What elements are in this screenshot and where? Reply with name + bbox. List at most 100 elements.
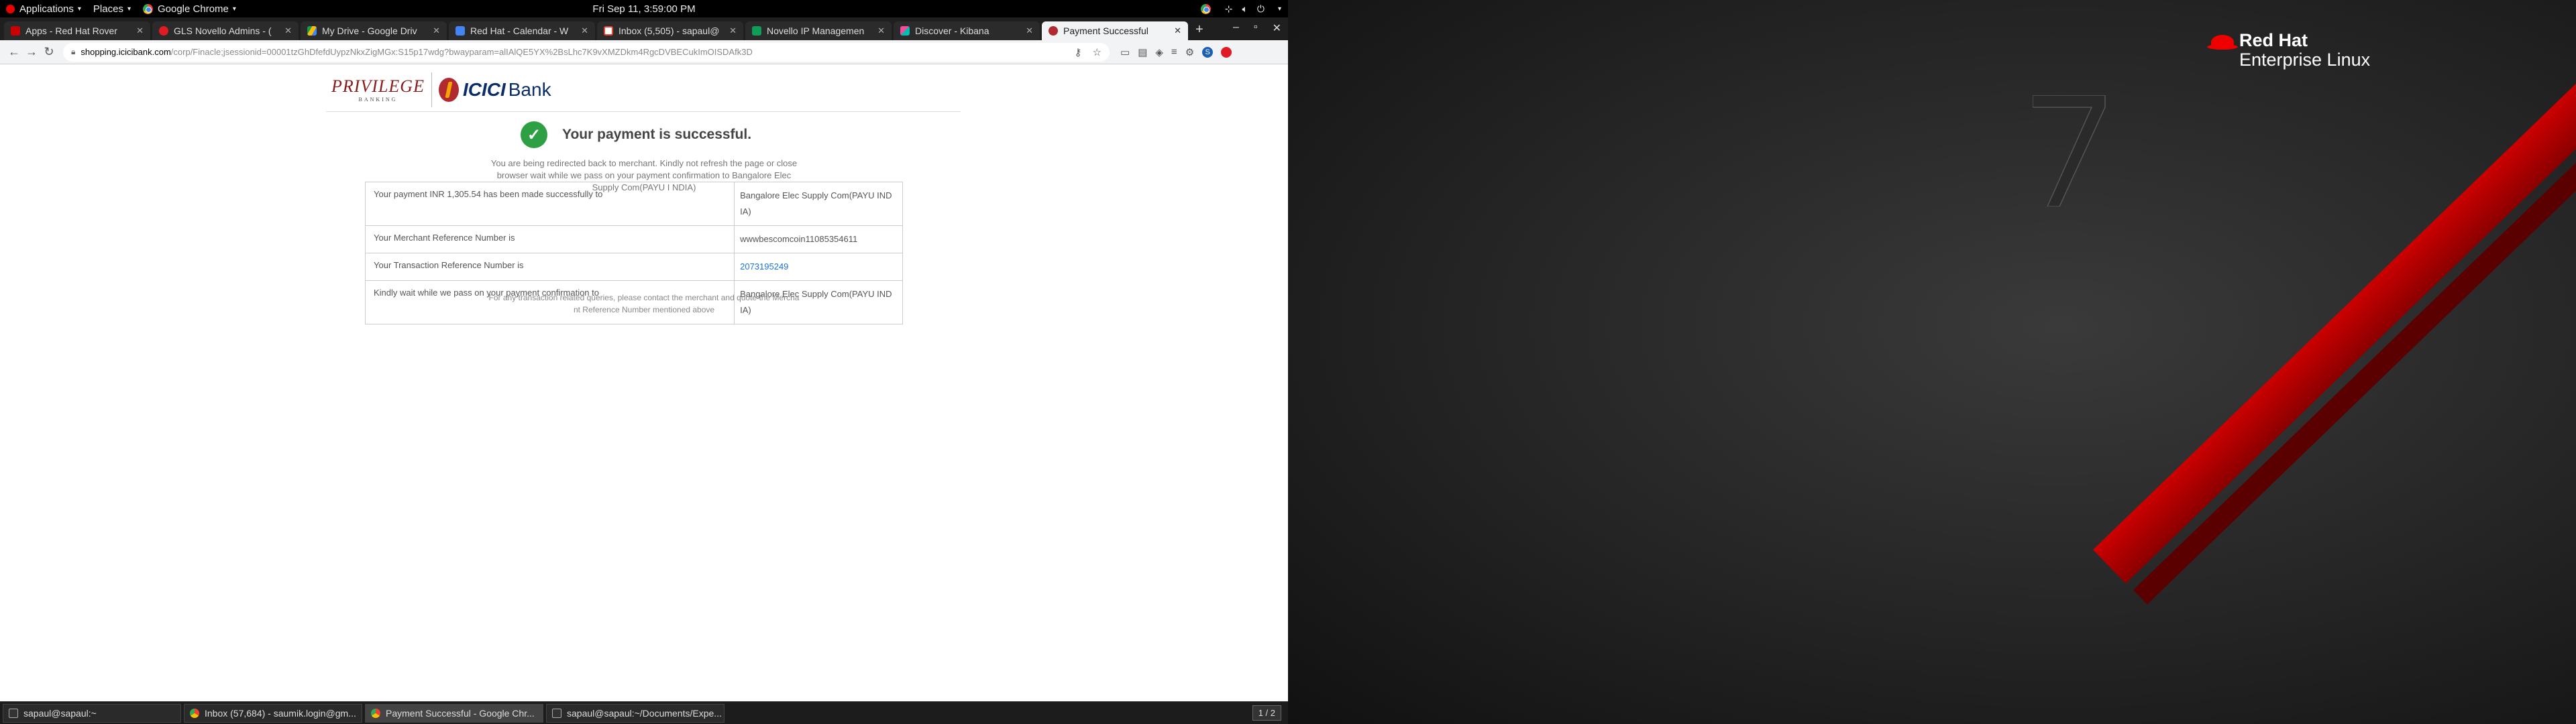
power-icon[interactable]: ⏻ <box>1257 3 1265 15</box>
extension-icon[interactable] <box>1221 46 1232 58</box>
row-label: Your Transaction Reference Number is <box>364 253 735 281</box>
query-note: For any transaction related queries, ple… <box>488 293 800 314</box>
logo-divider <box>431 72 432 107</box>
tab-payment-successful[interactable]: Payment Successful ✕ <box>1042 21 1188 40</box>
tab-title: Discover - Kibana <box>915 25 989 36</box>
table-row: Your Transaction Reference Number is 207… <box>364 253 903 281</box>
tab-kibana[interactable]: Discover - Kibana ✕ <box>894 21 1040 40</box>
close-icon[interactable]: ✕ <box>1026 25 1033 36</box>
caret-down-icon[interactable]: ▾ <box>1278 5 1281 13</box>
extension-icon[interactable]: ▭ <box>1120 46 1130 58</box>
new-tab-button[interactable]: + <box>1195 22 1203 38</box>
close-icon[interactable]: ✕ <box>284 25 292 36</box>
taskbar-item-terminal[interactable]: sapaul@sapaul:~ <box>3 703 181 723</box>
close-icon[interactable]: ✕ <box>433 25 440 36</box>
close-icon[interactable]: ✕ <box>729 25 737 36</box>
profile-avatar[interactable]: S <box>1202 46 1214 58</box>
extensions-area: ▭ ▤ ◈ ≡ ⚙ S <box>1120 46 1232 58</box>
row-label: Your payment INR 1,305.54 has been made … <box>364 182 735 226</box>
chrome-tray-icon[interactable] <box>1200 3 1211 14</box>
caret-down-icon: ▾ <box>77 5 81 13</box>
tab-favicon-icon <box>11 26 20 36</box>
tab-favicon-icon <box>307 26 317 36</box>
chrome-icon <box>142 3 153 14</box>
privilege-banking-logo: PRIVILEGE BANKING <box>331 76 425 103</box>
seven-graphic <box>2033 95 2106 206</box>
tab-google-drive[interactable]: My Drive - Google Driv ✕ <box>301 21 447 40</box>
chrome-icon <box>371 708 380 718</box>
terminal-icon <box>552 708 561 718</box>
tab-title: Apps - Red Hat Rover <box>25 25 117 36</box>
places-label: Places <box>93 3 123 15</box>
applications-menu[interactable]: Applications ▾ <box>0 0 87 17</box>
tab-favicon-icon <box>455 26 465 36</box>
extension-icon[interactable]: ≡ <box>1171 46 1177 58</box>
redhat-hat-icon <box>2207 35 2238 50</box>
extension-icon[interactable]: ⚙ <box>1185 46 1194 58</box>
places-menu[interactable]: Places ▾ <box>87 0 137 17</box>
table-row: Your payment INR 1,305.54 has been made … <box>364 182 903 226</box>
clock[interactable]: Fri Sep 11, 3:59:00 PM <box>592 3 695 15</box>
lock-icon[interactable]: 🔒︎ <box>71 47 75 57</box>
extension-icon[interactable]: ◈ <box>1155 46 1163 58</box>
taskbar: sapaul@sapaul:~ Inbox (57,684) - saumik.… <box>0 701 1288 724</box>
chrome-icon <box>190 708 199 718</box>
brand-name: Red Hat <box>2239 30 2308 50</box>
transaction-reference-link[interactable]: 2073195249 <box>734 253 903 281</box>
table-row: Your Merchant Reference Number is wwwbes… <box>364 225 903 253</box>
row-value: wwwbescomcoin11085354611 <box>734 225 903 253</box>
tab-title: Novello IP Managemen <box>767 25 865 36</box>
privilege-label: PRIVILEGE <box>331 76 425 96</box>
gnome-top-bar: Applications ▾ Places ▾ Google Chrome ▾ … <box>0 0 1288 17</box>
reload-icon[interactable]: ↻ <box>40 45 58 59</box>
system-tray[interactable]: ⊹ 🔈︎ ⏻ ▾ <box>1200 3 1281 15</box>
tab-title: My Drive - Google Driv <box>322 25 417 36</box>
extension-icon[interactable]: ▤ <box>1138 46 1147 58</box>
tab-title: GLS Novello Admins - ( <box>174 25 272 36</box>
tab-red-hat-rover[interactable]: Apps - Red Hat Rover ✕ <box>4 21 150 40</box>
taskbar-item-label: sapaul@sapaul:~ <box>23 707 97 719</box>
address-bar-actions: ⚷ ☆ <box>1075 46 1102 58</box>
bookmark-star-icon[interactable]: ☆ <box>1093 46 1102 58</box>
maximize-icon[interactable]: ▫ <box>1254 21 1258 35</box>
tab-title: Payment Successful <box>1063 25 1148 36</box>
terminal-icon <box>9 708 18 718</box>
taskbar-item-label: sapaul@sapaul:~/Documents/Expe... <box>567 707 722 719</box>
forward-icon[interactable]: → <box>23 45 40 59</box>
taskbar-item-label: Inbox (57,684) - saumik.login@gm... <box>205 707 356 719</box>
tab-title: Red Hat - Calendar - W <box>470 25 569 36</box>
volume-icon[interactable]: 🔈︎ <box>1242 3 1247 15</box>
close-icon[interactable]: ✕ <box>877 25 885 36</box>
icici-bank-logo: ICICI Bank <box>438 77 551 102</box>
desktop-wallpaper: Red Hat Enterprise Linux <box>1288 0 2576 724</box>
workspace-indicator[interactable]: 1 / 2 <box>1252 705 1281 721</box>
icici-logo-icon <box>438 77 459 102</box>
tab-novello-ip[interactable]: Novello IP Managemen ✕ <box>745 21 892 40</box>
tab-favicon-icon <box>604 26 613 36</box>
address-bar[interactable]: 🔒︎ shopping.icicibank.com /corp/Finacle;… <box>63 42 1110 62</box>
network-icon[interactable]: ⊹ <box>1225 3 1233 15</box>
tab-gmail-inbox[interactable]: Inbox (5,505) - sapaul@ ✕ <box>597 21 743 40</box>
window-controls: – ▫ ✕ <box>1233 21 1281 35</box>
back-icon[interactable]: ← <box>5 45 23 59</box>
privilege-sub-label: BANKING <box>358 97 398 103</box>
success-banner: ✓ Your payment is successful. <box>521 121 751 148</box>
caret-down-icon: ▾ <box>232 5 236 13</box>
browser-toolbar: ← → ↻ 🔒︎ shopping.icicibank.com /corp/Fi… <box>0 40 1288 64</box>
red-stripe-decoration <box>2093 0 2576 584</box>
tab-gls-novello[interactable]: GLS Novello Admins - ( ✕ <box>152 21 299 40</box>
close-window-icon[interactable]: ✕ <box>1273 21 1281 35</box>
close-icon[interactable]: ✕ <box>581 25 588 36</box>
taskbar-item-terminal-documents[interactable]: sapaul@sapaul:~/Documents/Expe... <box>546 703 724 723</box>
active-app-menu[interactable]: Google Chrome ▾ <box>137 0 242 17</box>
tab-calendar[interactable]: Red Hat - Calendar - W ✕ <box>449 21 595 40</box>
minimize-icon[interactable]: – <box>1233 21 1239 35</box>
success-message: Your payment is successful. <box>562 127 752 142</box>
tab-favicon-icon <box>752 26 761 36</box>
taskbar-item-inbox[interactable]: Inbox (57,684) - saumik.login@gm... <box>184 703 362 723</box>
key-icon[interactable]: ⚷ <box>1075 46 1082 58</box>
taskbar-item-payment[interactable]: Payment Successful - Google Chr... <box>365 703 543 723</box>
close-icon[interactable]: ✕ <box>1174 25 1181 36</box>
taskbar-item-label: Payment Successful - Google Chr... <box>386 707 535 719</box>
close-icon[interactable]: ✕ <box>136 25 144 36</box>
